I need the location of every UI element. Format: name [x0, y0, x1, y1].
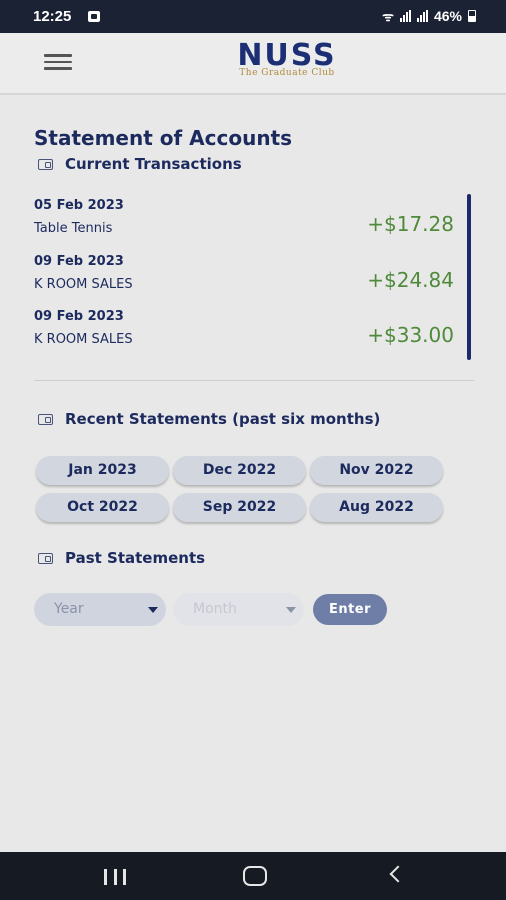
nuss-logo: NUSS The Graduate Club — [228, 41, 346, 81]
logo-subtitle: The Graduate Club — [239, 68, 335, 78]
signal-icon — [399, 10, 411, 22]
enter-button[interactable]: Enter — [313, 594, 387, 625]
transaction-row: 09 Feb 2023 K ROOM SALES +$33.00 — [34, 309, 454, 353]
statement-chip-aug-2022[interactable]: Aug 2022 — [310, 493, 443, 522]
statement-chip-dec-2022[interactable]: Dec 2022 — [173, 456, 306, 485]
recent-statements-heading: Recent Statements (past six months) — [38, 410, 380, 428]
status-bar: 12:25 ᯤ 46% — [0, 0, 506, 33]
home-icon[interactable] — [243, 866, 267, 886]
app-header: NUSS The Graduate Club — [0, 33, 506, 95]
transaction-row: 09 Feb 2023 K ROOM SALES +$24.84 — [34, 254, 454, 298]
divider — [34, 380, 474, 381]
transaction-amount: +$17.28 — [367, 212, 454, 236]
month-select[interactable]: Month — [173, 593, 304, 626]
scrollbar[interactable] — [467, 194, 471, 360]
status-indicators: ᯤ 46% — [382, 7, 476, 25]
status-time: 12:25 — [33, 8, 72, 25]
wallet-icon — [38, 413, 53, 425]
transaction-date: 09 Feb 2023 — [34, 254, 124, 269]
past-statement-selectors: Year Month Enter — [34, 593, 474, 627]
transaction-description: Table Tennis — [34, 221, 113, 236]
section-label: Recent Statements (past six months) — [65, 410, 381, 428]
transaction-date: 05 Feb 2023 — [34, 198, 124, 213]
logo-text: NUSS — [237, 38, 337, 73]
dropdown-caret-icon — [148, 607, 158, 613]
recents-icon[interactable] — [104, 869, 126, 885]
transaction-amount: +$33.00 — [367, 323, 454, 347]
statement-chip-oct-2022[interactable]: Oct 2022 — [36, 493, 169, 522]
signal-icon-2 — [416, 10, 428, 22]
statement-chip-jan-2023[interactable]: Jan 2023 — [36, 456, 169, 485]
year-placeholder: Year — [54, 601, 84, 617]
hamburger-menu-icon[interactable] — [44, 51, 72, 73]
back-icon[interactable] — [389, 865, 407, 883]
month-placeholder: Month — [193, 601, 237, 617]
wallet-icon — [38, 552, 53, 564]
current-transactions-heading: Current Transactions — [38, 155, 242, 173]
page-title: Statement of Accounts — [34, 126, 293, 150]
notification-icon — [88, 11, 100, 22]
wallet-icon — [38, 158, 53, 170]
section-label: Past Statements — [65, 549, 206, 567]
transaction-description: K ROOM SALES — [34, 277, 133, 292]
battery-percent: 46% — [433, 8, 462, 24]
past-statements-heading: Past Statements — [38, 549, 205, 567]
transaction-description: K ROOM SALES — [34, 332, 133, 347]
transaction-row: 05 Feb 2023 Table Tennis +$17.28 — [34, 198, 454, 242]
wifi-icon: ᯤ — [382, 9, 394, 24]
statement-chip-nov-2022[interactable]: Nov 2022 — [310, 456, 443, 485]
statement-chip-sep-2022[interactable]: Sep 2022 — [173, 493, 306, 522]
dropdown-caret-icon — [286, 607, 296, 613]
section-label: Current Transactions — [65, 155, 242, 173]
transaction-amount: +$24.84 — [367, 268, 454, 292]
system-nav-bar — [0, 852, 506, 900]
year-select[interactable]: Year — [34, 593, 166, 626]
transaction-date: 09 Feb 2023 — [34, 309, 124, 324]
transaction-list[interactable]: 05 Feb 2023 Table Tennis +$17.28 09 Feb … — [34, 192, 474, 364]
battery-icon — [468, 10, 476, 22]
